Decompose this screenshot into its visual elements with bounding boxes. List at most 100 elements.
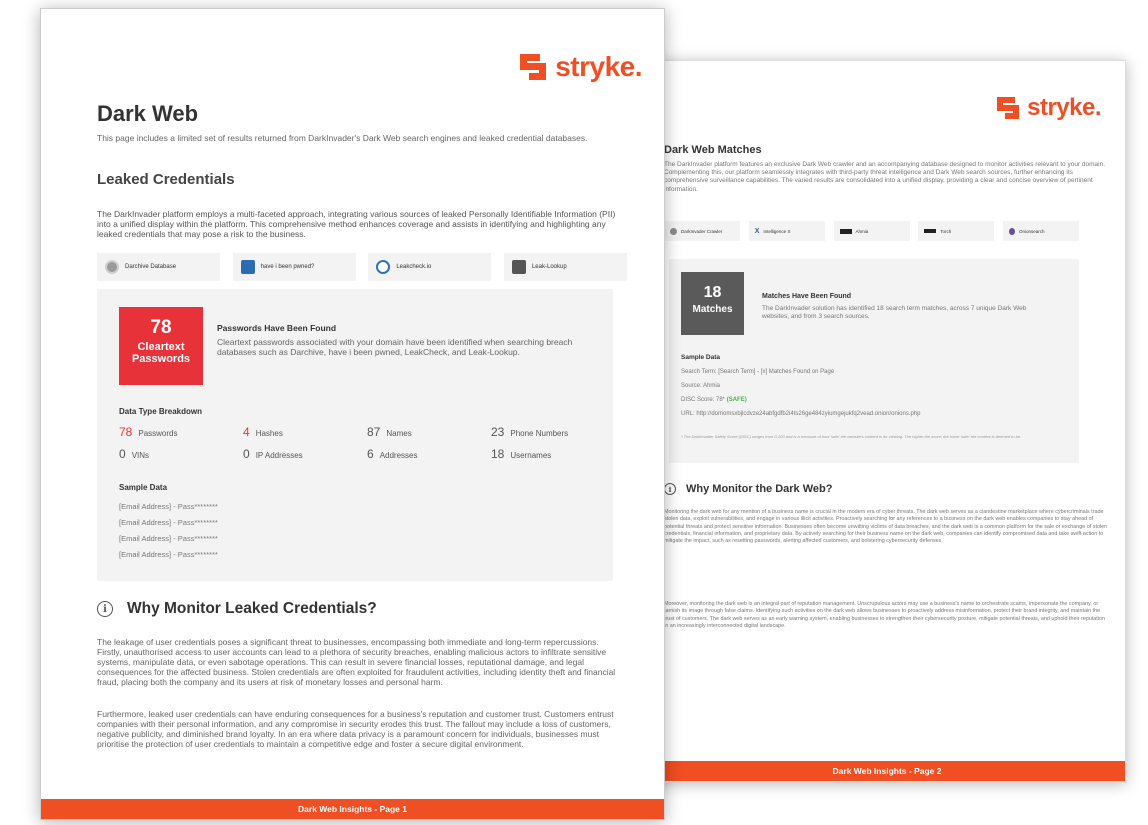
stryke-logo: stryke.	[520, 51, 642, 83]
source-label: Torch	[940, 228, 952, 234]
passwords-text: Cleartext passwords associated with your…	[217, 337, 573, 357]
stat-value: 4	[243, 425, 250, 439]
sample-data-list: [Email Address] - Pass******** [Email Ad…	[119, 502, 218, 566]
leak-lookup-icon	[511, 260, 526, 274]
stat-label: Usernames	[510, 451, 552, 460]
source-chip-intelligence-x: X Intelligence X	[748, 221, 825, 241]
stat-label: IP Addresses	[255, 451, 303, 460]
stat-value: 6	[367, 447, 374, 461]
stryke-logo: stryke.	[997, 94, 1101, 122]
sample-data-list: Search Term: [Search Term] - [x] Matches…	[681, 369, 921, 425]
page2-source-list: DarkInvader Crawler X Intelligence X Ahm…	[664, 221, 1079, 241]
source-label: Leak-Lookup	[531, 264, 567, 270]
stryke-logo-text: stryke.	[1027, 94, 1101, 121]
stat-label: Hashes	[255, 429, 283, 438]
stat-label: Passwords	[138, 429, 178, 438]
section-title: Why Monitor the Dark Web?	[686, 483, 833, 495]
report-page-2: stryke. Dark Web Matches The DarkInvader…	[648, 60, 1126, 782]
stat-label: Phone Numbers	[510, 429, 569, 438]
source-chip-torch: Torch	[918, 221, 995, 241]
sample-data-heading: Sample Data	[119, 483, 168, 492]
source-chip-onionsearch: Onionsearch	[1003, 221, 1079, 241]
page2-intro: The DarkInvader platform features an exc…	[664, 161, 1106, 193]
crawler-icon	[670, 227, 677, 235]
stat-value: 0	[243, 447, 250, 461]
database-icon	[105, 260, 119, 274]
matches-count-box: 18 Matches	[681, 272, 744, 335]
sample-search-term: Search Term: [Search Term] - [x] Matches…	[681, 369, 835, 375]
ahmia-icon	[839, 228, 852, 234]
page2-title: Dark Web Matches	[664, 144, 762, 156]
source-chip-hibp: have i been pwned?	[232, 253, 356, 281]
sample-row: [Email Address] - Pass********	[119, 502, 218, 511]
page2-footer: Dark Web Insights - Page 2	[649, 761, 1125, 781]
stat-value: 18	[491, 447, 505, 461]
stat-vins: 0 VINs	[119, 447, 243, 461]
sample-row: [Email Address] - Pass********	[119, 550, 218, 559]
leakcheck-icon	[376, 260, 391, 274]
disc-score-value: DISC Score: 78*	[681, 397, 726, 403]
passwords-count-box: 78 Cleartext Passwords	[119, 307, 203, 385]
sample-row: [Email Address] - Pass********	[119, 518, 218, 527]
stat-value: 78	[119, 425, 133, 439]
disc-footnote: * The DarkInvader Safety Score (DISC) ra…	[681, 434, 1022, 439]
stat-ip-addresses: 0 IP Addresses	[243, 447, 367, 461]
page1-footer: Dark Web Insights - Page 1	[41, 799, 664, 819]
stat-usernames: 18 Usernames	[491, 447, 615, 461]
sample-data-heading: Sample Data	[681, 354, 721, 361]
leaked-credentials-description: The DarkInvader platform employs a multi…	[97, 209, 616, 239]
intelx-icon: X	[754, 227, 760, 235]
page1-source-list: Darchive Database have i been pwned? Lea…	[97, 253, 627, 281]
passwords-title: Passwords Have Been Found	[217, 323, 337, 333]
sample-row: [Email Address] - Pass********	[119, 534, 218, 543]
stryke-logo-text: stryke.	[555, 51, 642, 82]
source-label: DarkInvader Crawler	[681, 228, 723, 234]
source-chip-ahmia: Ahmia	[833, 221, 910, 241]
why-credentials-paragraph-1: The leakage of user credentials poses a …	[97, 637, 616, 687]
source-label: have i been pwned?	[260, 264, 315, 270]
source-label: Darchive Database	[125, 264, 177, 270]
disc-score-status: (SAFE)	[726, 397, 747, 403]
stat-phone-numbers: 23 Phone Numbers	[491, 425, 615, 439]
stat-label: VINs	[131, 451, 150, 460]
matches-count-label: Matches	[692, 304, 733, 315]
sample-disc-score: DISC Score: 78* (SAFE)	[681, 397, 921, 411]
matches-count: 18	[703, 284, 722, 301]
stryke-logo-mark-icon	[520, 54, 550, 80]
source-chip-leakcheck: Leakcheck.io	[368, 253, 492, 281]
stat-label: Names	[386, 429, 412, 438]
passwords-panel: 78 Cleartext Passwords Passwords Have Be…	[97, 289, 613, 581]
source-chip-leak-lookup: Leak-Lookup	[503, 253, 627, 281]
sample-url: URL: http://domomsxbjlcdvze24abfgdfb2i4t…	[681, 411, 921, 417]
why-dark-web-paragraph-1: Monitoring the dark web for any mention …	[664, 509, 1108, 545]
section-title: Why Monitor Leaked Credentials?	[127, 600, 377, 617]
source-chip-darchive: Darchive Database	[97, 253, 220, 281]
source-label: Intelligence X	[763, 228, 791, 234]
torch-icon	[924, 229, 937, 233]
stat-value: 23	[491, 425, 505, 439]
stat-label: Addresses	[379, 451, 418, 460]
matches-text: The DarkInvader solution has identified …	[762, 305, 1027, 320]
passwords-count: 78	[150, 317, 172, 338]
hibp-icon	[240, 260, 255, 274]
stat-names: 87 Names	[367, 425, 491, 439]
stat-value: 0	[119, 447, 126, 461]
why-credentials-paragraph-2: Furthermore, leaked user credentials can…	[97, 709, 614, 749]
source-label: Leakcheck.io	[396, 264, 432, 270]
passwords-count-label: Cleartext Passwords	[131, 341, 191, 365]
stat-passwords: 78 Passwords	[119, 425, 243, 439]
report-page-1: stryke. Dark Web This page includes a li…	[40, 8, 665, 820]
stat-value: 87	[367, 425, 381, 439]
why-monitor-dark-web-heading: i Why Monitor the Dark Web?	[664, 483, 832, 495]
info-icon: i	[664, 483, 676, 495]
source-chip-darkinvader-crawler: DarkInvader Crawler	[664, 221, 740, 241]
data-type-breakdown-heading: Data Type Breakdown	[119, 407, 202, 416]
onion-icon	[1009, 227, 1015, 235]
source-label: Onionsearch	[1019, 228, 1045, 234]
why-dark-web-paragraph-2: Moreover, monitoring the dark web is an …	[664, 601, 1105, 629]
matches-title: Matches Have Been Found	[762, 293, 852, 300]
page1-intro: This page includes a limited set of resu…	[97, 133, 588, 143]
source-label: Ahmia	[855, 228, 869, 234]
matches-panel: 18 Matches Matches Have Been Found The D…	[669, 259, 1079, 463]
stat-addresses: 6 Addresses	[367, 447, 491, 461]
